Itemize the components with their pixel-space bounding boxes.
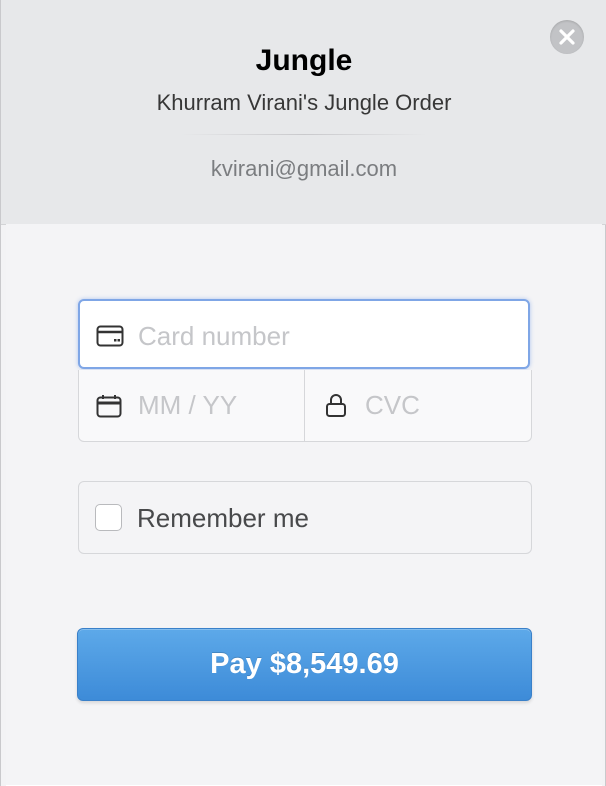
pay-button[interactable]: Pay $8,549.69	[77, 628, 532, 701]
close-icon	[559, 29, 575, 45]
expiry-input[interactable]: MM / YY	[138, 390, 237, 421]
expiry-cvc-row: MM / YY CVC	[78, 370, 532, 442]
order-description: Khurram Virani's Jungle Order	[156, 90, 452, 115]
close-button[interactable]	[550, 20, 584, 54]
calendar-icon	[96, 395, 122, 418]
lock-icon	[326, 394, 346, 417]
pay-button-label: Pay $8,549.69	[210, 648, 399, 680]
header-divider	[181, 134, 427, 135]
remember-me-option[interactable]: Remember me	[78, 481, 532, 554]
credit-card-icon	[96, 325, 124, 347]
remember-me-label[interactable]: Remember me	[137, 503, 309, 534]
checkout-modal: Jungle Khurram Virani's Jungle Order kvi…	[0, 0, 606, 786]
checkout-header: Jungle Khurram Virani's Jungle Order kvi…	[1, 0, 606, 225]
remember-me-checkbox[interactable]	[95, 504, 122, 531]
cvc-field[interactable]: CVC	[305, 370, 531, 441]
merchant-name: Jungle	[255, 44, 353, 77]
card-number-field[interactable]: Card number	[78, 299, 530, 369]
customer-email[interactable]: kvirani@gmail.com	[1, 156, 606, 182]
expiry-field[interactable]: MM / YY	[79, 370, 304, 441]
cvc-input[interactable]: CVC	[365, 390, 420, 421]
card-number-input[interactable]: Card number	[138, 321, 290, 352]
